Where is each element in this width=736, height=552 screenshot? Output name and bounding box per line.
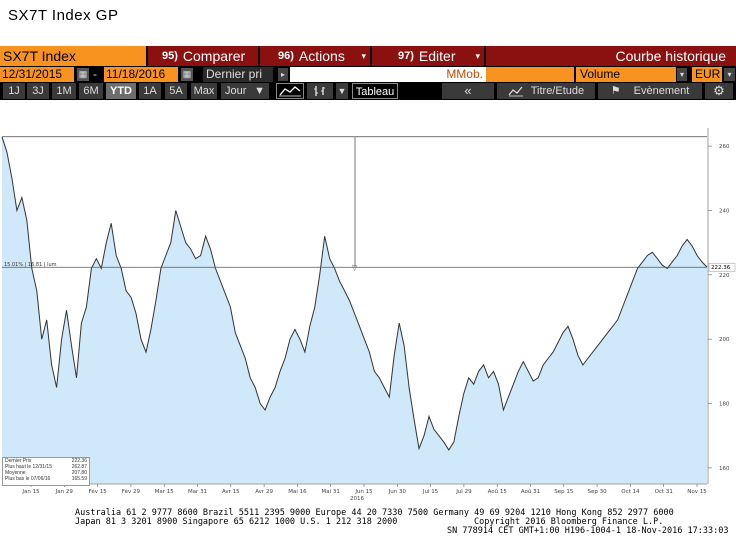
x-tick-label: Jul 15 [422, 489, 439, 495]
x-tick-label: Nov 15 [687, 489, 707, 495]
x-tick-label: Jul 29 [455, 489, 472, 495]
legend-row: Plus bas le 07/06/16 165.59 [3, 476, 89, 482]
price-field-select[interactable]: Dernier pri [203, 67, 273, 82]
x-tick-label: Fév 15 [88, 488, 107, 495]
x-tick-label: Mai 16 [288, 489, 307, 495]
comparer-label: Comparer [182, 48, 246, 64]
chart-type-title: Courbe historique [484, 46, 736, 66]
volume-select[interactable]: Volume [576, 67, 676, 82]
reference-line-label: 15.01% | 16.81 | lum [4, 262, 57, 268]
editer-button[interactable]: 97) Editer ▾ [370, 46, 484, 66]
chart-type-dropdown-icon[interactable]: ▼ [336, 83, 348, 99]
window-title: SX7T Index GP [8, 7, 119, 24]
period-1j[interactable]: 1J [3, 83, 25, 99]
x-tick-label: Avr 15 [222, 489, 240, 495]
x-tick-label: Jun 15 [354, 489, 373, 495]
legend-value-low: 165.59 [71, 476, 87, 482]
editer-caret-icon: ▾ [475, 51, 480, 61]
current-value-label: 222.36 [711, 265, 731, 271]
actions-button[interactable]: 96) Actions ▾ [258, 46, 370, 66]
period-1a[interactable]: 1A [139, 83, 161, 99]
x-tick-label: Jan 29 [55, 489, 74, 495]
titre-etude-button[interactable]: Titre/Etude [497, 83, 595, 99]
moving-average-value[interactable] [486, 67, 574, 82]
actions-caret-icon: ▾ [361, 51, 366, 61]
price-field-dropdown-icon[interactable]: ▸ [278, 68, 288, 81]
study-icon [508, 86, 523, 96]
x-tick-label: Aoû 15 [488, 488, 508, 495]
blank-slot [403, 83, 439, 99]
x-tick-label: Sep 15 [554, 489, 574, 495]
comparer-number: 95) [162, 50, 178, 62]
period-ytd[interactable]: YTD [106, 83, 136, 99]
chart-area[interactable]: ▽ 15.01% | 16.81 | lum 160 180 200 220 240 260 2… [0, 100, 736, 500]
flag-icon: ⚑ [610, 85, 621, 97]
date-separator: - [93, 67, 97, 81]
x-tick-label: Oct 31 [655, 489, 673, 495]
x-tick-label: Jan 15 [21, 489, 40, 495]
x-tick-label: Mar 15 [155, 489, 175, 495]
actions-label: Actions [298, 48, 345, 64]
period-5a[interactable]: 5A [165, 83, 187, 99]
legend-label-low: Plus bas le 07/06/16 [5, 476, 51, 482]
x-tick-label: Sep 30 [588, 489, 608, 495]
x-tick-label: Mar 31 [188, 489, 207, 495]
comparer-button[interactable]: 95) Comparer [146, 46, 258, 66]
period-toolbar: 1J 3J 1M 6M YTD 1A 5A Max Jour ▼ ▼ Table… [0, 82, 736, 100]
y-tick-label: 220 [719, 273, 730, 279]
chart-legend: Dernier Prix 222.36 Plus haut le 12/31/15… [2, 457, 90, 486]
actions-number: 96) [278, 50, 294, 62]
evenement-label: Evènement [633, 85, 690, 97]
editer-label: Editer [418, 48, 456, 64]
price-chart[interactable]: ▽ 15.01% | 16.81 | lum 160 180 200 220 240 260 2… [0, 100, 736, 500]
y-tick-label: 200 [719, 337, 730, 343]
function-toolbar: SX7T Index 95) Comparer 96) Actions ▾ 97… [0, 46, 736, 66]
frequency-label: Jour [225, 85, 247, 97]
titre-etude-label: Titre/Etude [530, 85, 585, 97]
evenement-button[interactable]: ⚑ Evènement [598, 83, 702, 99]
period-6m[interactable]: 6M [79, 83, 103, 99]
end-calendar-icon[interactable]: ▦ [181, 68, 193, 81]
frequency-select[interactable]: Jour ▼ [221, 83, 269, 99]
x-tick-label: Mai 31 [322, 489, 340, 495]
x-tick-label: Fév 29 [122, 488, 141, 495]
start-date-input[interactable]: 12/31/2015 [0, 67, 74, 82]
ticker-field[interactable]: SX7T Index [0, 46, 146, 66]
date-toolbar: 12/31/2015 ▦ - 11/18/2016 ▦ Dernier pri … [0, 66, 736, 83]
collapse-icon[interactable]: « [442, 83, 494, 99]
y-tick-label: 180 [719, 402, 730, 408]
currency-select[interactable]: EUR [692, 67, 722, 82]
end-date-input[interactable]: 11/18/2016 [104, 67, 178, 82]
footer-session-info: SN 778914 CET GMT+1:00 H196-1004-1 18-No… [447, 526, 729, 536]
x-tick-label: Aoû 31 [521, 488, 540, 495]
editer-number: 97) [398, 50, 414, 62]
y-tick-label: 160 [719, 466, 730, 472]
x-tick-label: Oct 14 [621, 489, 640, 495]
footer-contacts-line2: Japan 81 3 3201 8900 Singapore 65 6212 1… [75, 517, 398, 527]
settings-gear-icon[interactable]: ⚙ [705, 83, 733, 99]
year-label: 2016 [350, 496, 364, 500]
currency-dropdown-icon[interactable]: ▾ [724, 68, 735, 81]
moving-average-field[interactable]: MMob. [290, 67, 486, 82]
line-chart-icon[interactable] [276, 83, 304, 99]
crosshair-marker: ▽ [352, 264, 358, 272]
bar-chart-type-icon[interactable] [307, 83, 333, 99]
y-tick-label: 260 [719, 144, 730, 150]
period-max[interactable]: Max [191, 83, 217, 99]
volume-dropdown-icon[interactable]: ▾ [677, 68, 687, 81]
x-tick-label: Jun 30 [388, 489, 407, 495]
start-calendar-icon[interactable]: ▦ [77, 68, 89, 81]
x-tick-label: Avr 29 [255, 489, 273, 495]
period-3j[interactable]: 3J [27, 83, 49, 99]
period-1m[interactable]: 1M [52, 83, 76, 99]
frequency-caret-icon: ▼ [254, 85, 265, 97]
tableau-button[interactable]: Tableau [352, 83, 398, 99]
y-tick-label: 240 [719, 208, 730, 214]
